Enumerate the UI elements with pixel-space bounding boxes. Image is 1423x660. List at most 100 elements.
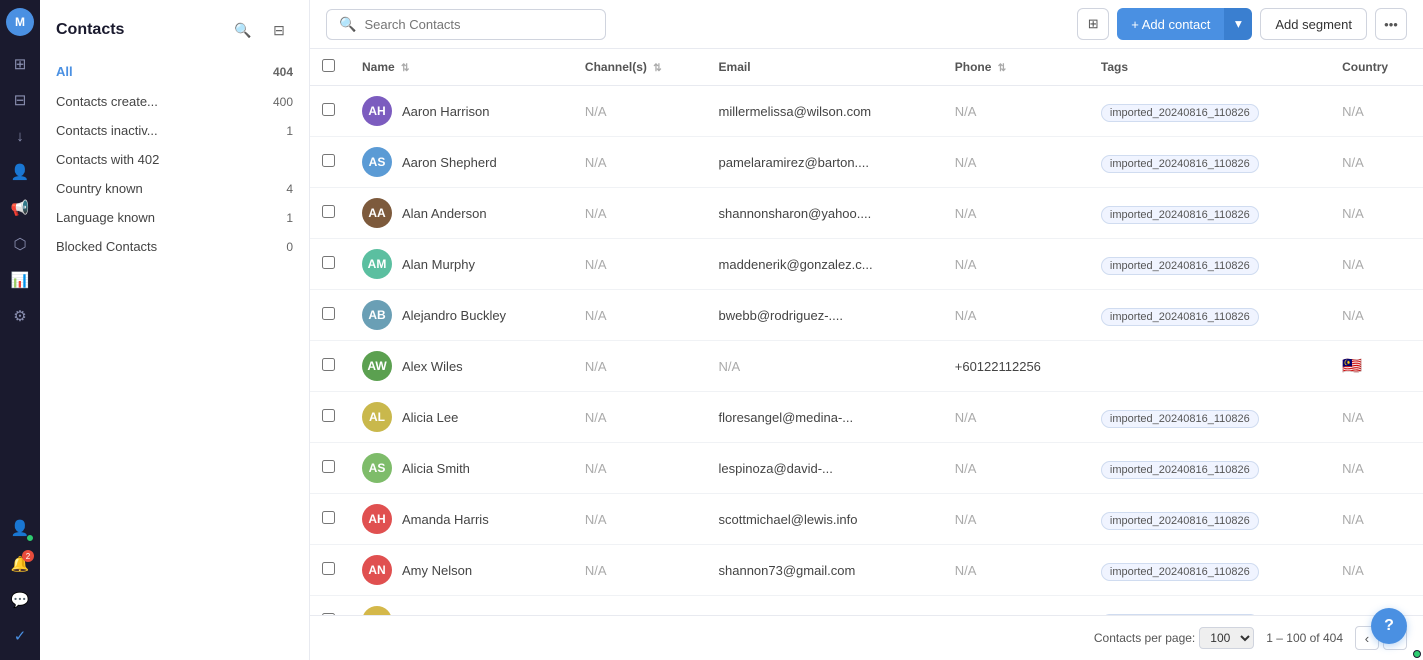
sidebar-item-language-known[interactable]: Language known 1 [40, 203, 309, 232]
row-email-cell: pamelaramirez@barton.... [707, 137, 943, 188]
row-name-cell[interactable]: AH Aaron Harrison [350, 86, 573, 137]
row-checkbox[interactable] [322, 358, 335, 371]
country-value: N/A [1342, 512, 1364, 527]
row-checkbox-cell[interactable] [310, 86, 350, 137]
table-row[interactable]: AW Alex Wiles N/A N/A +60122112256 🇲🇾 [310, 341, 1423, 392]
sidebar-item-country-known[interactable]: Country known 4 [40, 174, 309, 203]
row-checkbox[interactable] [322, 460, 335, 473]
row-checkbox[interactable] [322, 154, 335, 167]
row-name-cell[interactable]: AL Alicia Lee [350, 392, 573, 443]
row-checkbox-cell[interactable] [310, 290, 350, 341]
row-name-cell[interactable]: AW Alex Wiles [350, 341, 573, 392]
nav-icon-reports[interactable]: 📊 [4, 264, 36, 296]
more-options-button[interactable]: ••• [1375, 8, 1407, 40]
row-name-cell[interactable]: AN Amy Nelson [350, 545, 573, 596]
table-row[interactable]: AS Aaron Shepherd N/A pamelaramirez@bart… [310, 137, 1423, 188]
per-page-select[interactable]: 100 50 25 [1199, 627, 1254, 649]
row-checkbox-cell[interactable] [310, 545, 350, 596]
row-checkbox-cell[interactable] [310, 188, 350, 239]
contact-name[interactable]: Aaron Harrison [402, 104, 489, 119]
row-name-cell[interactable]: AB Alejandro Buckley [350, 290, 573, 341]
row-channel-cell: N/A [573, 596, 707, 616]
row-checkbox[interactable] [322, 307, 335, 320]
contact-name[interactable]: Alicia Smith [402, 461, 470, 476]
table-row[interactable]: AN Amy Nelson N/A shannon73@gmail.com N/… [310, 545, 1423, 596]
contact-name[interactable]: Alan Murphy [402, 257, 475, 272]
select-all-checkbox[interactable] [322, 59, 335, 72]
row-checkbox[interactable] [322, 562, 335, 575]
row-checkbox-cell[interactable] [310, 341, 350, 392]
contact-avatar: AH [362, 504, 392, 534]
nav-icon-settings[interactable]: ⚙ [4, 300, 36, 332]
search-input[interactable] [364, 17, 593, 32]
contact-name[interactable]: Amanda Harris [402, 512, 489, 527]
email-column-header[interactable]: Email [707, 49, 943, 86]
sidebar-item-contacts-with-tags[interactable]: Contacts with 402 [40, 145, 309, 174]
phone-value: N/A [955, 104, 977, 119]
table-row[interactable]: AS Alicia Smith N/A lespinoza@david-... … [310, 443, 1423, 494]
phone-value: N/A [955, 257, 977, 272]
user-avatar[interactable]: M [6, 8, 34, 36]
row-checkbox-cell[interactable] [310, 137, 350, 188]
nav-icon-grid[interactable]: ⊟ [4, 84, 36, 116]
nav-icon-broadcast[interactable]: 📢 [4, 192, 36, 224]
row-checkbox[interactable] [322, 256, 335, 269]
table-row[interactable]: AH Amanda Harris N/A scottmichael@lewis.… [310, 494, 1423, 545]
row-checkbox-cell[interactable] [310, 596, 350, 616]
checkmark-icon[interactable]: ✓ [4, 620, 36, 652]
country-column-header[interactable]: Country [1330, 49, 1423, 86]
row-name-cell[interactable]: AS Alicia Smith [350, 443, 573, 494]
row-name-cell[interactable]: AM Alan Murphy [350, 239, 573, 290]
row-name-cell[interactable]: AS Aaron Shepherd [350, 137, 573, 188]
name-column-header[interactable]: Name ⇅ [350, 49, 573, 86]
table-row[interactable]: AB Angel Barnett N/A broberts@yahoo.com … [310, 596, 1423, 616]
contact-name[interactable]: Alan Anderson [402, 206, 487, 221]
nav-icon-home[interactable]: ⊞ [4, 48, 36, 80]
sidebar-item-blocked[interactable]: Blocked Contacts 0 [40, 232, 309, 261]
row-country-cell: N/A [1330, 545, 1423, 596]
filter-button[interactable]: ⊞ [1077, 8, 1109, 40]
table-row[interactable]: AA Alan Anderson N/A shannonsharon@yahoo… [310, 188, 1423, 239]
add-segment-button[interactable]: Add segment [1260, 8, 1367, 40]
select-all-header[interactable] [310, 49, 350, 86]
row-checkbox[interactable] [322, 205, 335, 218]
table-row[interactable]: AB Alejandro Buckley N/A bwebb@rodriguez… [310, 290, 1423, 341]
table-row[interactable]: AL Alicia Lee N/A floresangel@medina-...… [310, 392, 1423, 443]
nav-icon-download[interactable]: ↓ [4, 120, 36, 152]
table-row[interactable]: AM Alan Murphy N/A maddenerik@gonzalez.c… [310, 239, 1423, 290]
channel-column-header[interactable]: Channel(s) ⇅ [573, 49, 707, 86]
contact-name[interactable]: Alex Wiles [402, 359, 463, 374]
row-checkbox[interactable] [322, 511, 335, 524]
row-name-cell[interactable]: AB Angel Barnett [350, 596, 573, 616]
row-name-cell[interactable]: AA Alan Anderson [350, 188, 573, 239]
sidebar-item-all[interactable]: All 404 [40, 56, 309, 87]
row-checkbox[interactable] [322, 409, 335, 422]
row-checkbox-cell[interactable] [310, 443, 350, 494]
notifications-icon[interactable]: 🔔 2 [4, 548, 36, 580]
row-checkbox-cell[interactable] [310, 494, 350, 545]
add-contact-main-button[interactable]: + Add contact [1117, 8, 1224, 40]
tags-column-header[interactable]: Tags [1089, 49, 1330, 86]
table-row[interactable]: AH Aaron Harrison N/A millermelissa@wils… [310, 86, 1423, 137]
contact-name[interactable]: Amy Nelson [402, 563, 472, 578]
add-contact-dropdown-button[interactable]: ▾ [1224, 8, 1252, 40]
phone-column-header[interactable]: Phone ⇅ [943, 49, 1089, 86]
sidebar-item-contacts-inactive[interactable]: Contacts inactiv... 1 [40, 116, 309, 145]
row-checkbox[interactable] [322, 103, 335, 116]
row-name-cell[interactable]: AH Amanda Harris [350, 494, 573, 545]
user-profile-icon[interactable]: 👤 [4, 512, 36, 544]
chat-icon[interactable]: 💬 [4, 584, 36, 616]
sidebar-title: Contacts [56, 21, 124, 39]
sidebar-filter-icon[interactable]: ⊟ [265, 16, 293, 44]
row-checkbox-cell[interactable] [310, 239, 350, 290]
email-value: maddenerik@gonzalez.c... [719, 257, 873, 272]
nav-icon-flows[interactable]: ⬡ [4, 228, 36, 260]
sidebar-item-contacts-create[interactable]: Contacts create... 400 [40, 87, 309, 116]
row-checkbox-cell[interactable] [310, 392, 350, 443]
sidebar-search-icon[interactable]: 🔍 [229, 16, 257, 44]
help-button[interactable]: ? [1371, 608, 1407, 644]
nav-icon-contacts[interactable]: 👤 [4, 156, 36, 188]
contact-name[interactable]: Aaron Shepherd [402, 155, 497, 170]
contact-name[interactable]: Alicia Lee [402, 410, 458, 425]
contact-name[interactable]: Alejandro Buckley [402, 308, 506, 323]
